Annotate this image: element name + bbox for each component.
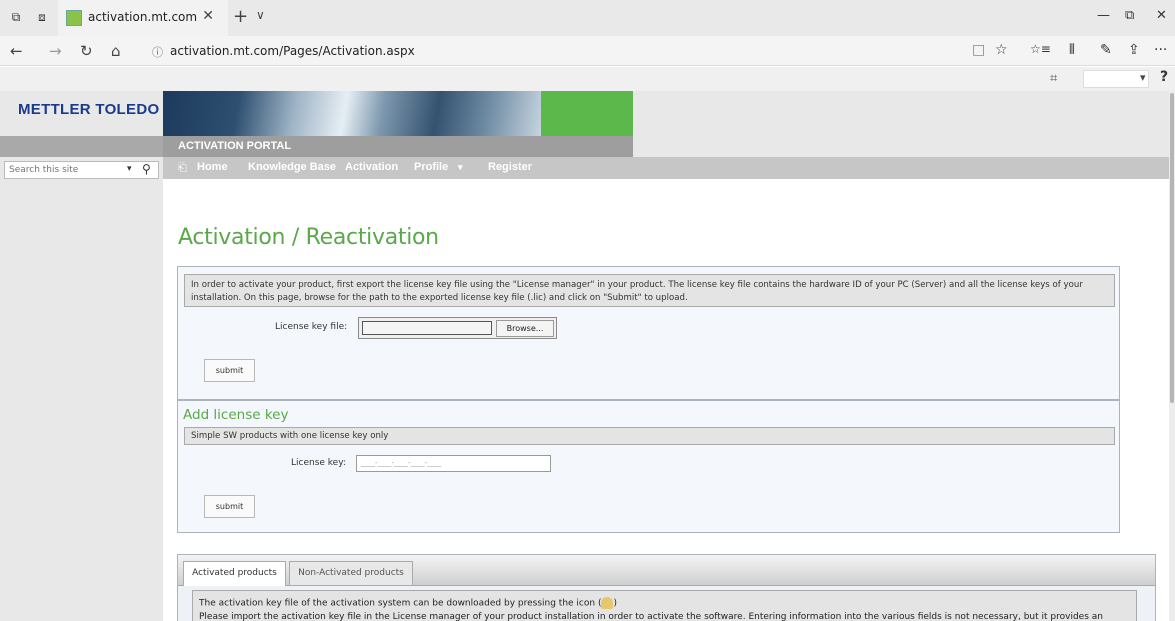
add-license-panel: Add license key Simple SW products with … <box>177 400 1120 533</box>
tab-content-line-1: The activation key file of the activatio… <box>199 597 1130 611</box>
site-favicon-icon <box>66 10 82 26</box>
refresh-button[interactable]: ↻ <box>80 42 93 60</box>
tab-activated-products[interactable]: Activated products <box>183 561 286 586</box>
extension-bar: ⌗ ▾ ? <box>0 67 1175 91</box>
portal-title: ACTIVATION PORTAL <box>178 140 292 152</box>
file-path-field[interactable] <box>362 321 492 335</box>
license-key-field[interactable]: ____-____-____-____-____ <box>356 455 551 472</box>
download-key-icon <box>601 597 614 609</box>
browse-button[interactable]: Browse... <box>496 320 554 337</box>
reading-view-icon[interactable]: □ <box>972 42 985 58</box>
menu-item-home[interactable]: Home <box>197 161 228 173</box>
web-notes-icon[interactable]: ✎ <box>1100 42 1112 58</box>
menu-item-profile[interactable]: Profile <box>414 161 448 173</box>
set-tabs-aside-icon[interactable]: ⧈ <box>34 10 50 24</box>
maximize-button[interactable]: ⧉ <box>1125 8 1134 23</box>
extension-dropdown-icon[interactable]: ▾ <box>1140 71 1146 84</box>
tab-content-line-1-text: The activation key file of the activatio… <box>199 598 602 609</box>
menu-item-register[interactable]: Register <box>488 161 532 173</box>
activation-panel: In order to activate your product, first… <box>177 266 1120 400</box>
tabs-strip: Activated products Non-Activated product… <box>178 555 1155 586</box>
fit-page-icon[interactable]: ⌗ <box>1050 71 1057 86</box>
activation-instructions: In order to activate your product, first… <box>184 274 1115 307</box>
tab-preview-icon[interactable]: ⧉ <box>8 10 24 24</box>
home-button[interactable]: ⌂ <box>111 42 121 60</box>
help-icon[interactable]: ? <box>1160 69 1168 85</box>
search-scope-dropdown-icon[interactable]: ▾ <box>127 164 132 174</box>
home-icon[interactable]: ⎗ <box>178 161 187 175</box>
forward-button[interactable]: → <box>49 42 62 60</box>
browser-tab[interactable]: activation.mt.com ✕ <box>58 0 228 36</box>
license-key-label: License key: <box>291 458 346 468</box>
portal-title-strip: ACTIVATION PORTAL <box>163 136 633 157</box>
main-content: Activation / Reactivation In order to ac… <box>163 179 1175 621</box>
mettler-toledo-logo[interactable]: METTLER TOLEDO <box>18 101 159 118</box>
back-button[interactable]: ← <box>10 42 23 60</box>
left-strip <box>0 136 163 157</box>
site-info-icon[interactable]: ⓘ <box>152 44 163 60</box>
new-tab-button[interactable]: + <box>233 6 248 27</box>
url-field[interactable]: activation.mt.com/Pages/Activation.aspx <box>170 44 415 58</box>
profile-chevron-down-icon[interactable]: ▾ <box>458 162 463 173</box>
submit-key-button[interactable]: submit <box>204 495 255 518</box>
browser-tab-bar: ⧉ ⧈ activation.mt.com ✕ + ∨ — ⧉ ✕ <box>0 0 1175 36</box>
close-window-button[interactable]: ✕ <box>1156 8 1167 23</box>
tab-title: activation.mt.com <box>88 10 198 24</box>
banner-green-block <box>541 91 633 136</box>
site-search: ▾ ⚲ <box>4 161 159 179</box>
scrollbar-thumb[interactable] <box>1170 93 1174 403</box>
license-key-file-input: Browse... <box>358 317 557 339</box>
left-column: METTLER TOLEDO ▾ ⚲ <box>0 91 163 621</box>
main-menu: ⎗ Home Knowledge Base Activation Profile… <box>163 157 1175 179</box>
share-icon[interactable]: ⇪ <box>1128 42 1140 58</box>
more-icon[interactable]: ··· <box>1154 42 1167 58</box>
tab-content-line-2: Please import the activation key file in… <box>199 611 1103 621</box>
search-icon[interactable]: ⚲ <box>142 162 151 176</box>
license-info: Simple SW products with one license key … <box>184 427 1115 445</box>
favorites-hub-icon[interactable]: ☆≡ <box>1030 42 1051 56</box>
menu-item-knowledge-base[interactable]: Knowledge Base <box>248 161 336 173</box>
page-scrollbar[interactable] <box>1169 91 1175 621</box>
tab-content-line-1-end: ) <box>613 598 617 609</box>
submit-file-button[interactable]: submit <box>204 359 255 382</box>
web-page: METTLER TOLEDO ▾ ⚲ ACTIVATION PORTAL ⎗ H… <box>0 91 1175 621</box>
library-icon[interactable]: ⫴ <box>1069 42 1075 58</box>
products-tabs-panel: Activated products Non-Activated product… <box>177 554 1156 621</box>
favorite-star-icon[interactable]: ☆ <box>995 42 1008 58</box>
tab-non-activated-products[interactable]: Non-Activated products <box>289 561 413 585</box>
banner-filler <box>633 91 1175 157</box>
search-input[interactable] <box>5 162 117 178</box>
address-bar: ← → ↻ ⌂ ⓘ activation.mt.com/Pages/Activa… <box>0 36 1175 66</box>
minimize-button[interactable]: — <box>1097 8 1110 23</box>
banner-image <box>163 91 541 136</box>
license-key-file-label: License key file: <box>275 322 348 332</box>
tab-close-icon[interactable]: ✕ <box>202 8 214 24</box>
tab-list-chevron-icon[interactable]: ∨ <box>256 8 265 22</box>
menu-item-activation[interactable]: Activation <box>345 161 398 173</box>
add-license-heading: Add license key <box>183 407 289 423</box>
page-title: Activation / Reactivation <box>178 225 439 250</box>
tab-content: The activation key file of the activatio… <box>192 590 1137 621</box>
